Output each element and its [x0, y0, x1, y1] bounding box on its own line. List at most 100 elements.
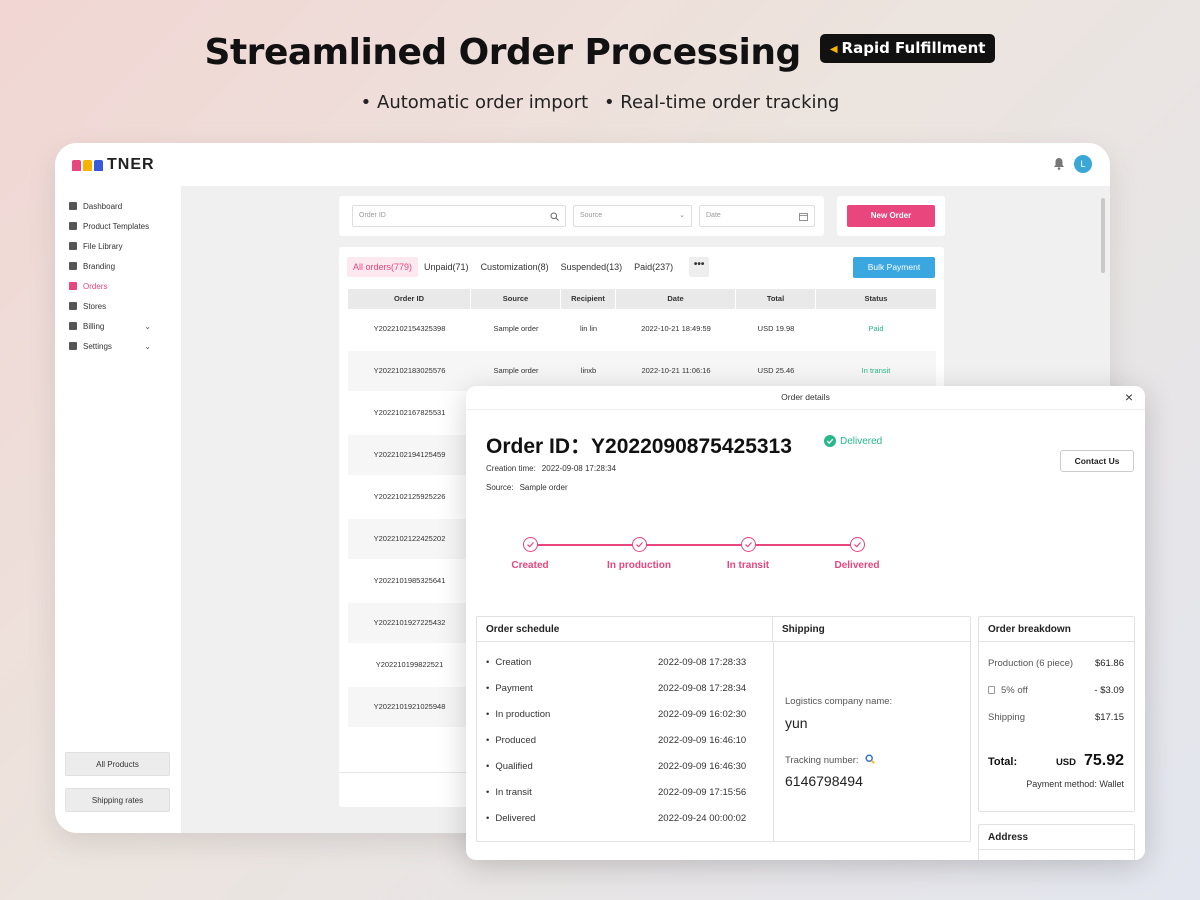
column-header[interactable]: Order ID	[348, 289, 471, 309]
column-header[interactable]: Recipient	[561, 289, 616, 309]
tab-customization[interactable]: Customization(8)	[475, 257, 555, 277]
sidebar: Dashboard Product Templates File Library…	[55, 186, 182, 833]
orders-table-header: Order ID Source Recipient Date Total Sta…	[348, 289, 936, 309]
avatar[interactable]: L	[1074, 155, 1092, 173]
search-icon[interactable]	[865, 754, 875, 764]
table-row[interactable]: Y2022102183025576 Sample order linxb 2022-1…	[348, 351, 936, 391]
breakdown-title: Order breakdown	[979, 617, 1134, 642]
table-cell-id[interactable]: Y2022102183025576	[348, 351, 471, 391]
home-icon	[69, 202, 77, 210]
sidebar-item-branding[interactable]: Branding	[55, 256, 181, 276]
shirt-icon	[69, 222, 77, 230]
bullet-icon: •	[486, 709, 490, 720]
progress-step: In transit	[708, 537, 788, 571]
table-cell-date: 2022-10-21 18:49:59	[641, 324, 711, 333]
logo[interactable]: TNER	[72, 156, 155, 174]
schedule-label: In transit	[495, 787, 532, 798]
order-id-placeholder: Order ID	[359, 212, 386, 219]
gem-icon	[69, 262, 77, 270]
source-select[interactable]: Source ⌄	[573, 205, 692, 227]
table-cell-id[interactable]: Y202210199822521	[348, 645, 471, 685]
logistics-value: yun	[785, 715, 808, 731]
table-cell-id[interactable]: Y2022102154325398	[348, 309, 471, 349]
creation-time: Creation time: 2022-09-08 17:28:34	[486, 464, 616, 473]
payment-method: Payment method: Wallet	[1026, 779, 1124, 789]
column-header[interactable]: Total	[736, 289, 816, 309]
source-value: Sample order	[519, 483, 568, 492]
address-title: Address	[979, 825, 1134, 850]
scrollbar[interactable]	[1101, 198, 1105, 273]
tracking-value: 6146798494	[785, 773, 863, 789]
table-cell-date: 2022-10-21 11:06:16	[641, 366, 711, 375]
table-cell-status: Paid	[868, 324, 884, 333]
order-tabs: All orders(779) Unpaid(71) Customization…	[347, 256, 710, 278]
sidebar-item-dashboard[interactable]: Dashboard	[55, 196, 181, 216]
bulk-payment-button[interactable]: Bulk Payment	[853, 257, 935, 278]
sidebar-item-settings[interactable]: Settings ⌄	[55, 336, 181, 356]
discount-value: - $3.09	[1094, 685, 1124, 696]
tab-suspended[interactable]: Suspended(13)	[555, 257, 629, 277]
tab-unpaid[interactable]: Unpaid(71)	[418, 257, 475, 277]
table-cell-total: USD 25.46	[757, 366, 795, 375]
new-order-container: New Order	[837, 196, 945, 236]
sidebar-item-label: File Library	[83, 241, 123, 251]
new-order-button[interactable]: New Order	[847, 205, 935, 227]
sidebar-item-file-library[interactable]: File Library	[55, 236, 181, 256]
column-header[interactable]: Source	[471, 289, 561, 309]
table-cell-id[interactable]: Y2022102167825531	[348, 393, 471, 433]
table-cell-id[interactable]: Y2022102122425202	[348, 519, 471, 559]
order-id-label: Order ID：	[486, 435, 592, 458]
step-label: In production	[607, 560, 671, 571]
table-cell-id[interactable]: Y2022102194125459	[348, 435, 471, 475]
order-details-modal: Order details × Order ID：Y20220908754253…	[466, 386, 1145, 860]
order-id-value: Y2022090875425313	[591, 435, 792, 458]
progress-step: Delivered	[817, 537, 897, 571]
column-header[interactable]: Status	[816, 289, 936, 309]
sidebar-item-label: Billing	[83, 321, 105, 331]
contact-us-button[interactable]: Contact Us	[1060, 450, 1134, 472]
table-cell-source: Sample order	[493, 366, 539, 375]
hero-badge-label: Rapid Fulfillment	[841, 39, 986, 57]
production-row: Production (6 piece) $61.86	[988, 658, 1124, 669]
logo-block	[83, 159, 92, 171]
close-icon[interactable]: ×	[1121, 389, 1137, 405]
table-cell-id[interactable]: Y2022101921025948	[348, 687, 471, 727]
bullet-icon: •	[486, 787, 490, 798]
bell-icon[interactable]	[1053, 157, 1065, 170]
tab-paid[interactable]: Paid(237)	[628, 257, 679, 277]
schedule-label: Delivered	[495, 813, 536, 824]
table-cell-source: Sample order	[493, 324, 539, 333]
logistics-label: Logistics company name:	[785, 696, 893, 707]
sidebar-item-product-templates[interactable]: Product Templates	[55, 216, 181, 236]
shipping-title: Shipping	[773, 617, 970, 642]
total-value: 75.92	[1083, 752, 1124, 769]
all-products-button[interactable]: All Products	[65, 752, 170, 776]
sidebar-item-billing[interactable]: Billing ⌄	[55, 316, 181, 336]
order-id-input[interactable]: Order ID	[352, 205, 566, 227]
sidebar-item-stores[interactable]: Stores	[55, 296, 181, 316]
clipboard-icon	[69, 282, 77, 290]
logo-text: TNER	[107, 156, 155, 173]
sidebar-item-orders[interactable]: Orders	[55, 276, 181, 296]
table-cell-id[interactable]: Y2022101927225432	[348, 603, 471, 643]
more-tabs-button[interactable]: •••	[689, 257, 710, 277]
schedule-row: • Creation 2022-09-08 17:28:33	[486, 657, 756, 668]
schedule-label: Payment	[495, 683, 533, 694]
sidebar-item-label: Orders	[83, 281, 108, 291]
schedule-time: 2022-09-09 16:02:30	[658, 709, 747, 720]
order-source: Source: Sample order	[486, 483, 568, 492]
sidebar-item-label: Dashboard	[83, 201, 123, 211]
check-icon	[631, 537, 647, 552]
shipping-value: $17.15	[1094, 712, 1124, 723]
sidebar-item-label: Stores	[83, 301, 107, 311]
date-picker[interactable]: Date	[699, 205, 815, 227]
table-row[interactable]: Y2022102154325398 Sample order lin lin 2022…	[348, 309, 936, 349]
column-header[interactable]: Date	[616, 289, 736, 309]
tab-all-orders[interactable]: All orders(779)	[347, 257, 419, 277]
shipping-rates-button[interactable]: Shipping rates	[65, 788, 170, 812]
search-icon	[550, 212, 559, 221]
table-cell-id[interactable]: Y2022102125925226	[348, 477, 471, 517]
schedule-row: • Delivered 2022-09-24 00:00:02	[486, 813, 756, 824]
step-label: Delivered	[834, 560, 880, 571]
table-cell-id[interactable]: Y2022101985325641	[348, 561, 471, 601]
